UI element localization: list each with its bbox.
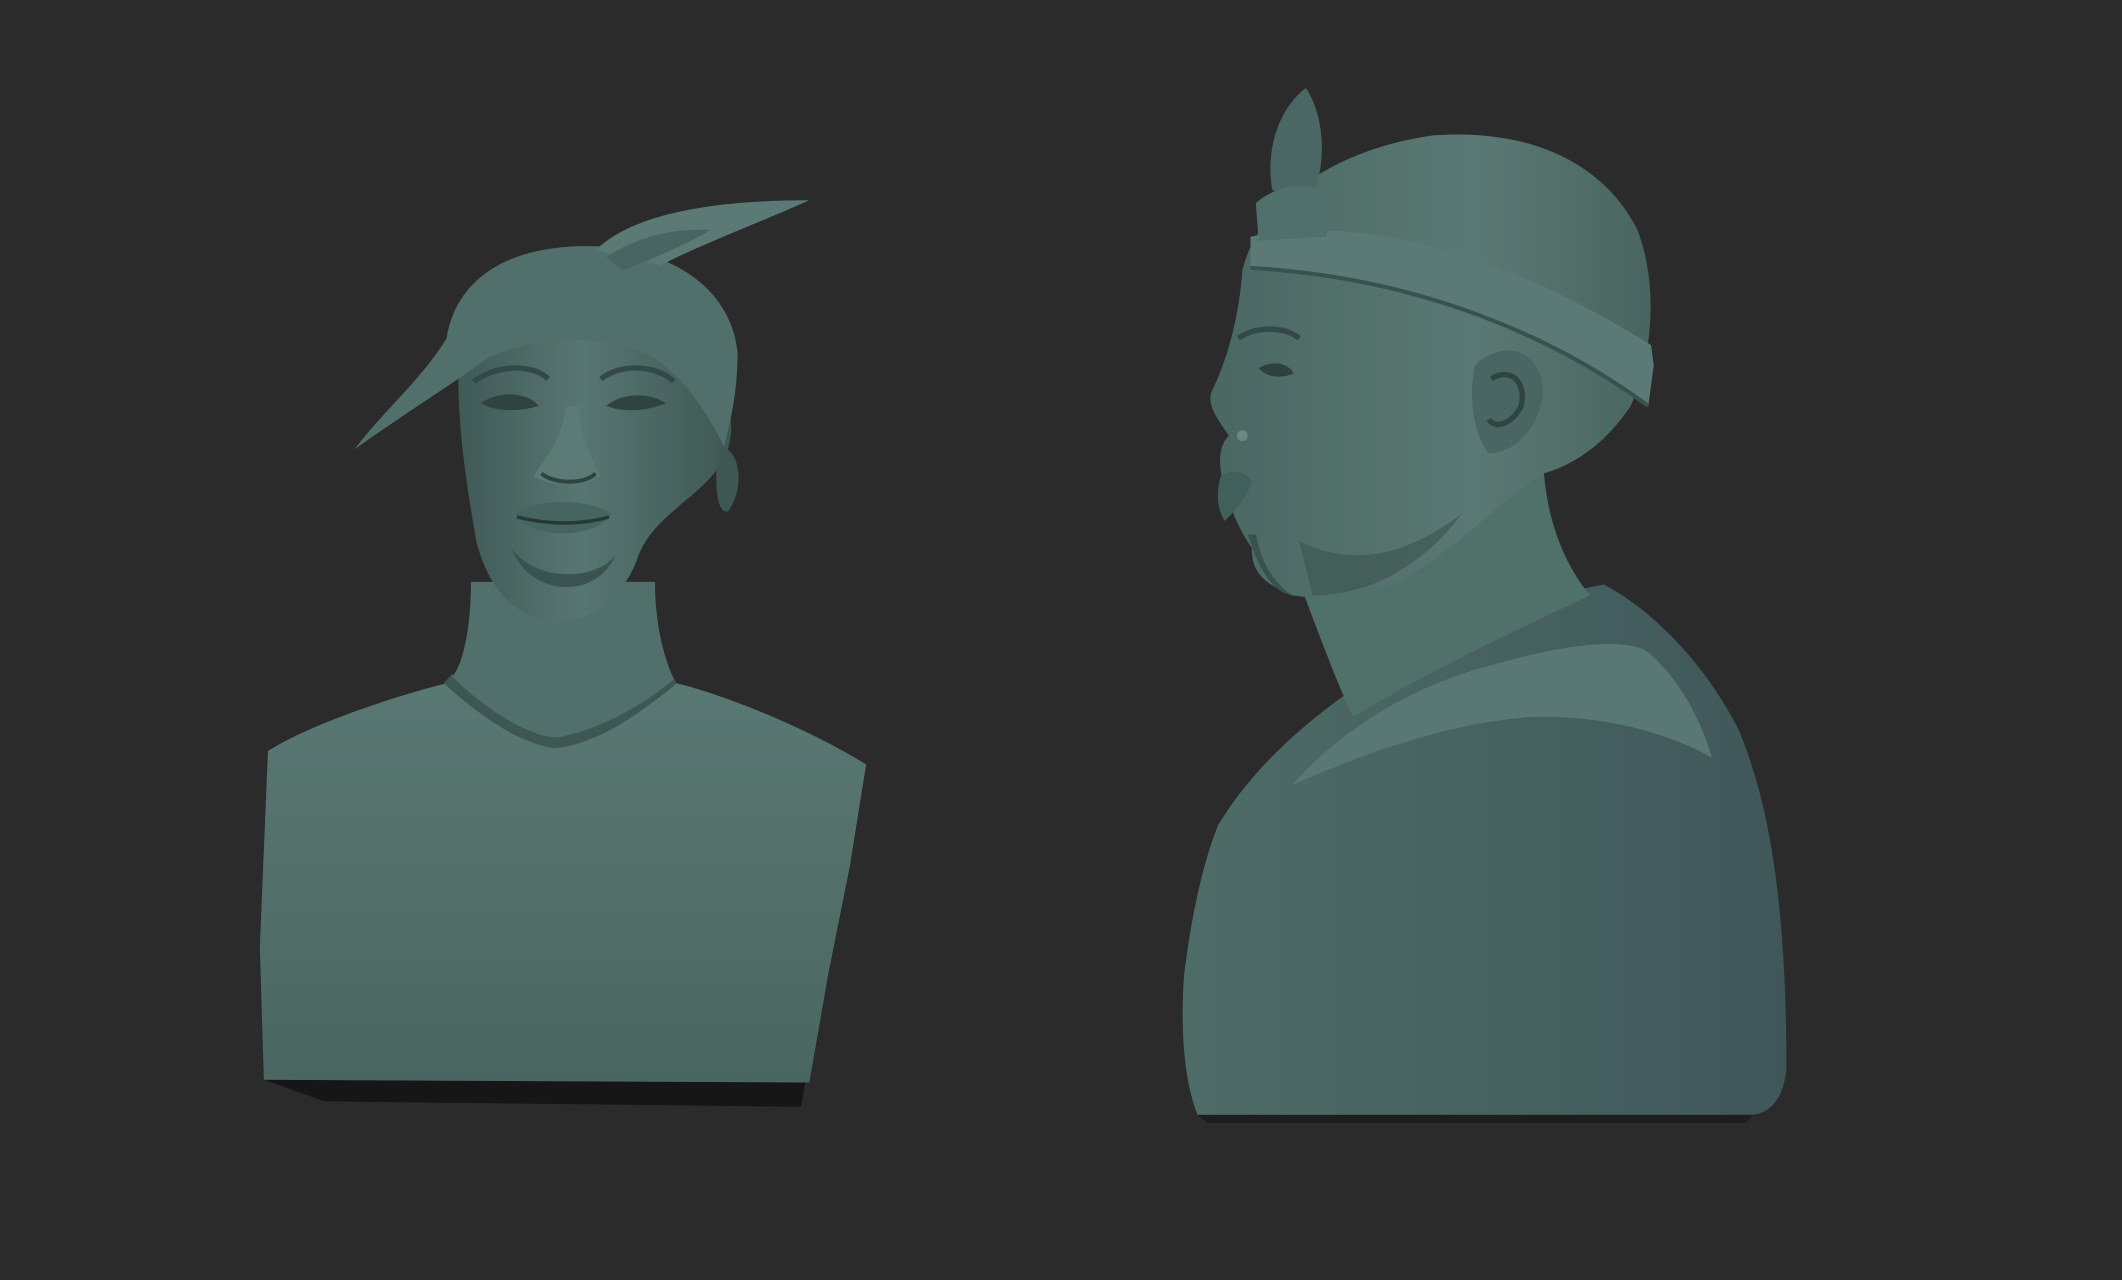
sculpt-scene [259, 87, 1787, 1124]
side-bust-base-shadow [1197, 1114, 1753, 1124]
side-bust-torso [1182, 584, 1787, 1115]
side-bust-knot-base [1255, 186, 1334, 241]
front-bust[interactable] [259, 200, 867, 1107]
sculpt-viewport[interactable] [0, 0, 2122, 1280]
side-bust[interactable] [1182, 87, 1787, 1124]
front-bust-ear [716, 446, 739, 512]
side-bust-nose-ring [1236, 430, 1248, 442]
side-bust-knot [1270, 87, 1322, 198]
front-bust-base-shadow [263, 1079, 806, 1107]
